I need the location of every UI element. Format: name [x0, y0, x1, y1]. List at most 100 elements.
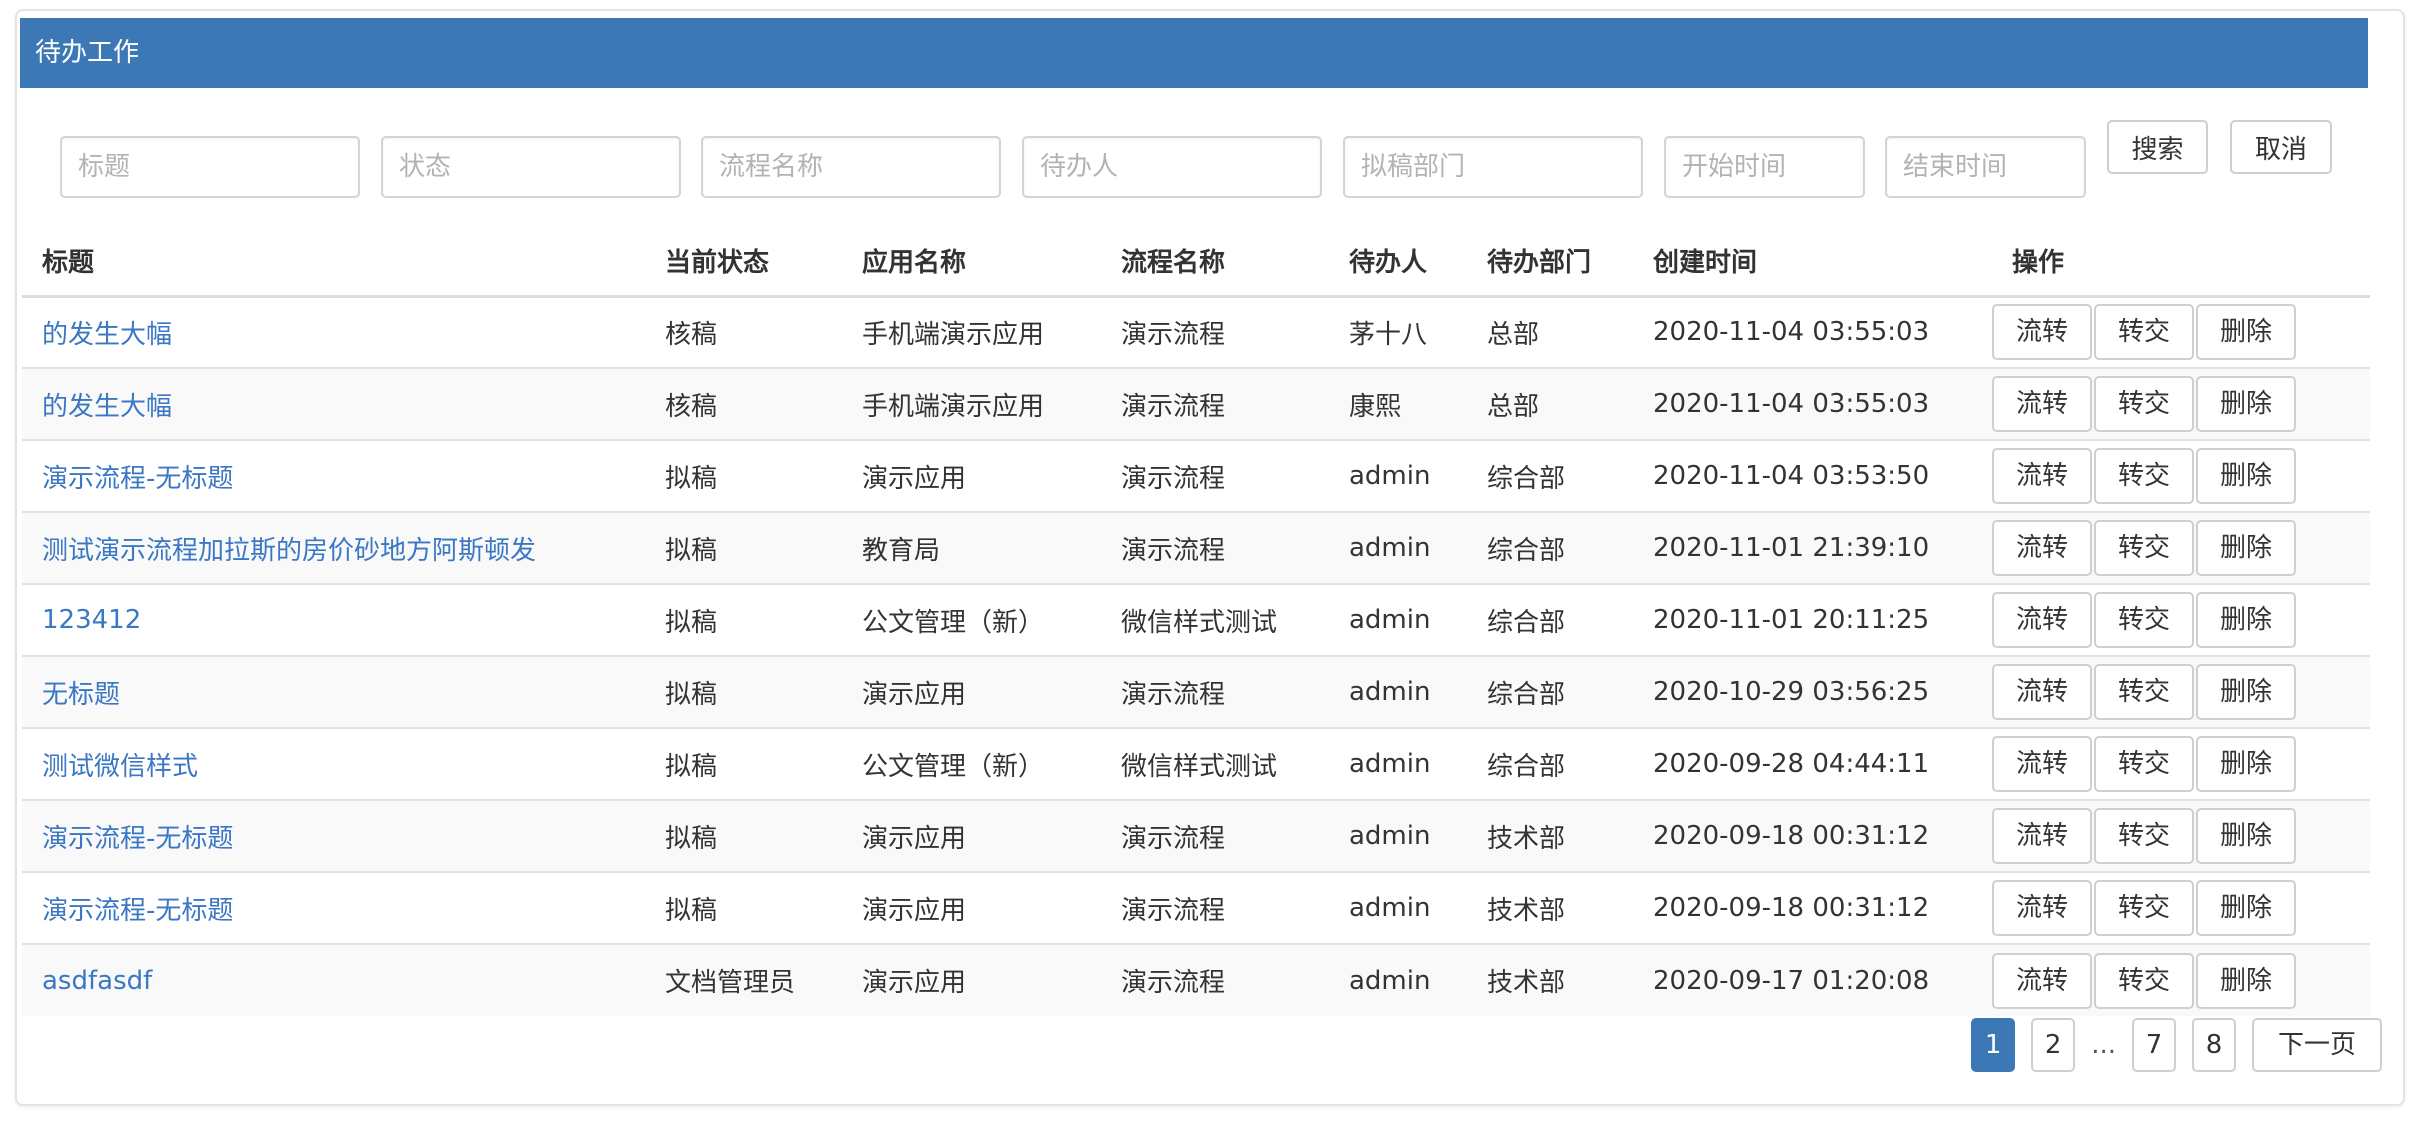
- transfer-button[interactable]: 转交: [2094, 880, 2194, 936]
- cell-title: asdfasdf: [22, 944, 645, 1016]
- start-time-input[interactable]: [1664, 136, 1865, 198]
- title-link[interactable]: 的发生大幅: [42, 320, 172, 350]
- cell-status: 拟稿: [645, 512, 842, 585]
- title-link[interactable]: asdfasdf: [42, 966, 152, 996]
- cell-actions: 流转 转交 删除: [1992, 296, 2370, 369]
- cell-process: 微信样式测试: [1101, 584, 1329, 657]
- transfer-button[interactable]: 转交: [2094, 520, 2194, 576]
- title-link[interactable]: 123412: [42, 605, 141, 635]
- delete-button[interactable]: 删除: [2196, 592, 2296, 648]
- cell-assignee: admin: [1329, 944, 1467, 1016]
- cell-actions: 流转 转交 删除: [1992, 800, 2370, 873]
- page-7-button[interactable]: 7: [2131, 1018, 2176, 1072]
- delete-button[interactable]: 删除: [2196, 880, 2296, 936]
- transfer-button[interactable]: 转交: [2094, 448, 2194, 504]
- cell-status: 核稿: [645, 368, 842, 441]
- cell-app: 演示应用: [842, 872, 1101, 945]
- cell-process: 演示流程: [1101, 800, 1329, 873]
- table-row: 测试微信样式 拟稿 公文管理（新） 微信样式测试 admin 综合部 2020-09-28 …: [22, 728, 2370, 801]
- title-search-input[interactable]: [60, 136, 360, 198]
- delete-button[interactable]: 删除: [2196, 808, 2296, 864]
- cell-status: 拟稿: [645, 800, 842, 873]
- page-2-button[interactable]: 2: [2031, 1018, 2076, 1072]
- cell-dept: 技术部: [1467, 944, 1633, 1016]
- table-row: 测试演示流程加拉斯的房价砂地方阿斯顿发 拟稿 教育局 演示流程 admin 综合部 2020…: [22, 512, 2370, 585]
- cell-app: 演示应用: [842, 944, 1101, 1016]
- cell-app: 教育局: [842, 512, 1101, 585]
- title-link[interactable]: 测试演示流程加拉斯的房价砂地方阿斯顿发: [42, 536, 536, 566]
- cell-assignee: 茅十八: [1329, 296, 1467, 369]
- end-time-input[interactable]: [1885, 136, 2086, 198]
- table-row: 123412 拟稿 公文管理（新） 微信样式测试 admin 综合部 2020-11-01 …: [22, 584, 2370, 657]
- title-link[interactable]: 演示流程-无标题: [42, 464, 233, 494]
- title-link[interactable]: 的发生大幅: [42, 392, 172, 422]
- title-link[interactable]: 测试微信样式: [42, 752, 198, 782]
- table-row: 演示流程-无标题 拟稿 演示应用 演示流程 admin 综合部 2020-11-04 03:…: [22, 440, 2370, 513]
- title-link[interactable]: 演示流程-无标题: [42, 896, 233, 926]
- cell-title: 测试演示流程加拉斯的房价砂地方阿斯顿发: [22, 512, 645, 585]
- cell-app: 手机端演示应用: [842, 368, 1101, 441]
- flow-button[interactable]: 流转: [1992, 880, 2092, 936]
- cancel-button[interactable]: 取消: [2230, 120, 2332, 174]
- cell-title: 123412: [22, 584, 645, 657]
- next-page-button[interactable]: 下一页: [2251, 1018, 2382, 1072]
- transfer-button[interactable]: 转交: [2094, 952, 2194, 1009]
- header-actions: 操作: [1992, 226, 2370, 298]
- delete-button[interactable]: 删除: [2196, 952, 2296, 1009]
- title-link[interactable]: 演示流程-无标题: [42, 824, 233, 854]
- table-row: asdfasdf 文档管理员 演示应用 演示流程 admin 技术部 2020-09-17 …: [22, 944, 2370, 1016]
- cell-title: 的发生大幅: [22, 296, 645, 369]
- transfer-button[interactable]: 转交: [2094, 304, 2194, 361]
- cell-dept: 总部: [1467, 368, 1633, 441]
- transfer-button[interactable]: 转交: [2094, 376, 2194, 432]
- cell-actions: 流转 转交 删除: [1992, 440, 2370, 513]
- header-dept: 待办部门: [1467, 226, 1633, 298]
- cell-dept: 总部: [1467, 296, 1633, 369]
- page-8-button[interactable]: 8: [2191, 1018, 2236, 1072]
- cell-status: 拟稿: [645, 872, 842, 945]
- transfer-button[interactable]: 转交: [2094, 664, 2194, 720]
- flow-button[interactable]: 流转: [1992, 664, 2092, 720]
- cell-actions: 流转 转交 删除: [1992, 368, 2370, 441]
- cell-created: 2020-11-04 03:55:03: [1633, 296, 1992, 369]
- delete-button[interactable]: 删除: [2196, 304, 2296, 361]
- flow-button[interactable]: 流转: [1992, 448, 2092, 504]
- cell-created: 2020-09-17 01:20:08: [1633, 944, 1992, 1016]
- cell-title: 演示流程-无标题: [22, 872, 645, 945]
- cell-process: 演示流程: [1101, 512, 1329, 585]
- delete-button[interactable]: 删除: [2196, 520, 2296, 576]
- delete-button[interactable]: 删除: [2196, 664, 2296, 720]
- flow-button[interactable]: 流转: [1992, 592, 2092, 648]
- panel-title: 待办工作: [20, 18, 2368, 88]
- transfer-button[interactable]: 转交: [2094, 592, 2194, 648]
- search-button[interactable]: 搜索: [2107, 120, 2208, 174]
- flow-button[interactable]: 流转: [1992, 736, 2092, 792]
- cell-status: 拟稿: [645, 656, 842, 729]
- page-1-button[interactable]: 1: [1971, 1018, 2016, 1072]
- cell-dept: 综合部: [1467, 728, 1633, 801]
- cell-title: 演示流程-无标题: [22, 800, 645, 873]
- status-search-input[interactable]: [381, 136, 681, 198]
- delete-button[interactable]: 删除: [2196, 376, 2296, 432]
- dept-search-input[interactable]: [1343, 136, 1643, 198]
- table-row: 无标题 拟稿 演示应用 演示流程 admin 综合部 2020-10-29 03:56:25…: [22, 656, 2370, 729]
- process-search-input[interactable]: [701, 136, 1001, 198]
- flow-button[interactable]: 流转: [1992, 304, 2092, 361]
- header-assignee: 待办人: [1329, 226, 1467, 298]
- flow-button[interactable]: 流转: [1992, 808, 2092, 864]
- delete-button[interactable]: 删除: [2196, 736, 2296, 792]
- cell-actions: 流转 转交 删除: [1992, 656, 2370, 729]
- transfer-button[interactable]: 转交: [2094, 808, 2194, 864]
- flow-button[interactable]: 流转: [1992, 520, 2092, 576]
- cell-created: 2020-11-01 21:39:10: [1633, 512, 1992, 585]
- assignee-search-input[interactable]: [1022, 136, 1322, 198]
- flow-button[interactable]: 流转: [1992, 376, 2092, 432]
- delete-button[interactable]: 删除: [2196, 448, 2296, 504]
- cell-dept: 技术部: [1467, 872, 1633, 945]
- search-bar: 搜索 取消: [44, 116, 2384, 206]
- cell-assignee: admin: [1329, 872, 1467, 945]
- transfer-button[interactable]: 转交: [2094, 736, 2194, 792]
- cell-created: 2020-11-04 03:53:50: [1633, 440, 1992, 513]
- flow-button[interactable]: 流转: [1992, 952, 2092, 1009]
- title-link[interactable]: 无标题: [42, 680, 120, 710]
